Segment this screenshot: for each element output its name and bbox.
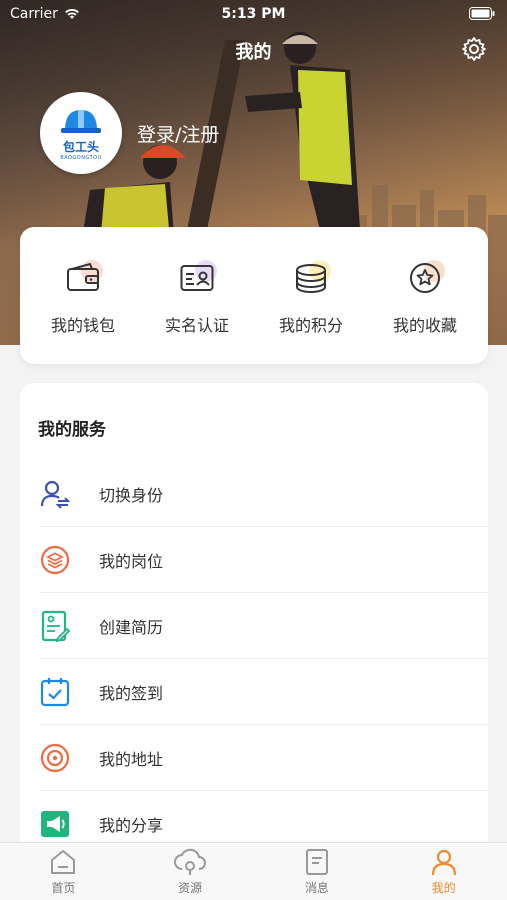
service-label: 我的岗位: [99, 551, 164, 571]
switch-identity-icon: [40, 480, 70, 509]
user-icon: [431, 849, 456, 876]
quick-action-label: 我的收藏: [392, 315, 457, 335]
status-time: 5:13 PM: [221, 6, 286, 22]
tab-home[interactable]: 首页: [0, 843, 127, 900]
location-icon: [40, 743, 70, 772]
quick-action-points[interactable]: 我的积分: [256, 256, 366, 336]
tab-resources[interactable]: 资源: [127, 843, 254, 900]
battery-icon: [469, 7, 495, 20]
tab-label: 消息: [304, 881, 329, 895]
star-icon: [410, 262, 440, 293]
brand-name: 包工头: [62, 139, 99, 154]
status-bar: Carrier 5:13 PM: [0, 0, 507, 28]
service-address[interactable]: 我的地址: [40, 725, 488, 791]
service-my-jobs[interactable]: 我的岗位: [40, 527, 488, 593]
megaphone-icon: [41, 810, 69, 837]
service-label: 创建简历: [99, 617, 164, 637]
services-title: 我的服务: [38, 420, 106, 440]
avatar-logo[interactable]: 包工头 BAOGONGTOU: [40, 92, 122, 174]
quick-action-label: 我的积分: [278, 315, 343, 335]
resume-icon: [41, 610, 70, 642]
brand-subtitle: BAOGONGTOU: [60, 154, 102, 161]
calendar-check-icon: [40, 677, 70, 706]
services-list: 切换身份 我的岗位 创建简历 我的签到 我的地址 我的分享: [40, 461, 488, 853]
helmet-logo-icon: [61, 109, 101, 133]
id-card-icon: [180, 264, 214, 291]
quick-action-favorites[interactable]: 我的收藏: [370, 256, 480, 336]
settings-gear-icon[interactable]: [461, 36, 487, 62]
my-services-card: 我的服务 切换身份 我的岗位 创建简历 我的签到 我的地址 我的分享: [20, 383, 488, 853]
quick-actions-card: 我的钱包 实名认证 我的积分 我的收藏: [20, 227, 488, 364]
quick-action-label: 实名认证: [164, 315, 229, 335]
service-label: 切换身份: [99, 485, 164, 505]
page-title: 我的: [235, 42, 272, 63]
tab-mine[interactable]: 我的: [380, 843, 507, 900]
coins-icon: [296, 263, 326, 293]
wallet-icon: [67, 262, 99, 291]
quick-action-label: 我的钱包: [50, 315, 115, 335]
service-switch-identity[interactable]: 切换身份: [40, 461, 488, 527]
service-create-resume[interactable]: 创建简历: [40, 593, 488, 659]
tab-label: 我的: [431, 881, 456, 895]
tab-label: 资源: [178, 881, 203, 895]
tab-messages[interactable]: 消息: [254, 843, 381, 900]
service-label: 我的签到: [99, 683, 164, 703]
tab-label: 首页: [51, 881, 76, 895]
service-label: 我的分享: [99, 815, 164, 835]
cloud-icon: [174, 848, 207, 875]
message-icon: [305, 849, 328, 875]
home-icon: [51, 850, 76, 874]
quick-action-wallet[interactable]: 我的钱包: [28, 256, 138, 336]
bottom-tab-bar: 首页 资源 消息 我的: [0, 842, 507, 900]
service-label: 我的地址: [99, 749, 164, 769]
layers-icon: [40, 545, 70, 574]
service-check-in[interactable]: 我的签到: [40, 659, 488, 725]
login-register-link[interactable]: 登录/注册: [137, 120, 219, 147]
quick-action-verification[interactable]: 实名认证: [142, 256, 252, 336]
